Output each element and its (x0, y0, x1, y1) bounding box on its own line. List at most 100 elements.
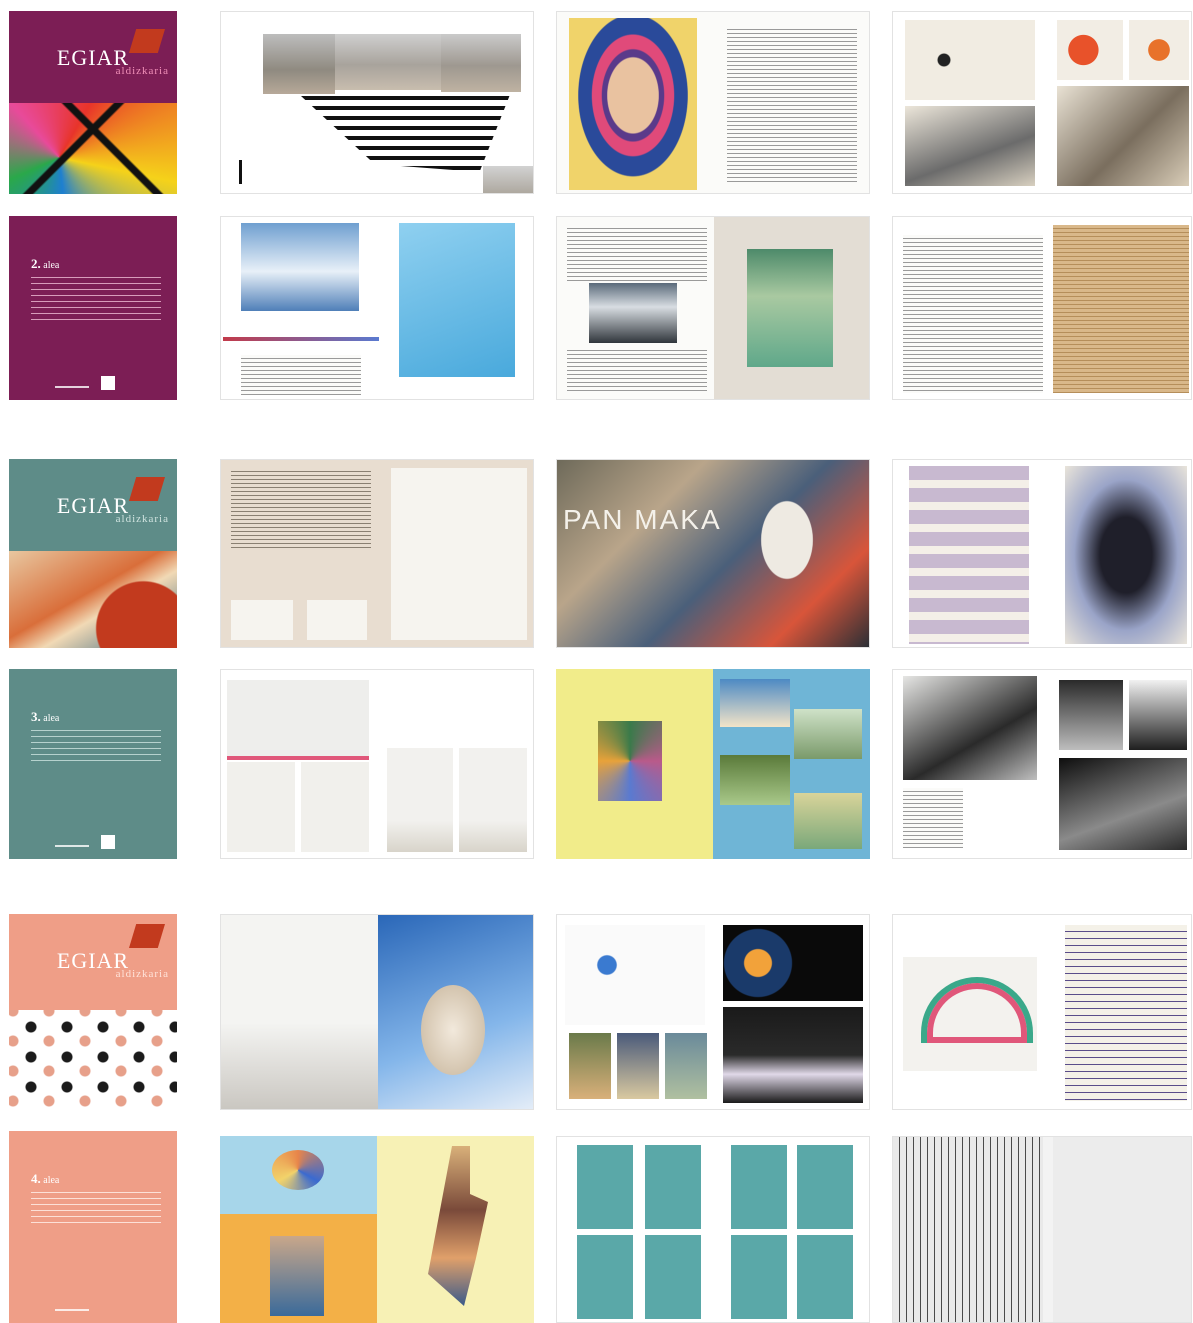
spread-portrait-poem[interactable] (556, 11, 870, 194)
face-collage (428, 1146, 488, 1306)
cutout-panel (577, 1145, 633, 1229)
article-text (903, 235, 1043, 393)
sculpture-photo (301, 762, 369, 852)
bar-mark (239, 160, 242, 184)
issue-word: alea (43, 1175, 60, 1186)
spread-newspaper[interactable] (892, 216, 1192, 400)
issue-number: 3. (31, 709, 41, 724)
publisher-logo (55, 1295, 89, 1311)
film-strip (723, 925, 863, 1001)
cover-artwork (9, 103, 177, 194)
cutout-panel (731, 1235, 787, 1319)
cover-pattern (9, 1010, 177, 1110)
spread-pan-maka[interactable]: PAN MAKA (556, 459, 870, 648)
painted-portrait (569, 18, 697, 190)
cutout-panel (797, 1235, 853, 1319)
spread-sculptures[interactable] (220, 669, 534, 859)
issue-2-cover[interactable]: EGIAR aldizkaria (9, 11, 177, 194)
contributors-list (31, 272, 161, 320)
poem-text (727, 26, 857, 182)
issue-word: alea (43, 260, 60, 271)
cutout-panel (645, 1235, 701, 1319)
spread-mountain-figure[interactable] (220, 216, 534, 400)
issue-4-cover[interactable]: EGIAR aldizkaria (9, 914, 177, 1110)
ink-drawing (1057, 86, 1189, 186)
bw-photo (1129, 680, 1187, 750)
ink-drawing (1129, 20, 1189, 80)
spread-colored-drawings[interactable] (556, 914, 870, 1110)
caption-text (241, 355, 361, 395)
beach-photo (335, 34, 441, 90)
collage (598, 721, 662, 801)
bw-photo (903, 676, 1037, 780)
small-painting (569, 1033, 611, 1099)
issue-3-cover[interactable]: EGIAR aldizkaria (9, 459, 177, 648)
cutout-panel (577, 1235, 633, 1319)
disc-photo (1053, 1137, 1191, 1322)
spread-metal-shell[interactable] (220, 914, 534, 1110)
metal-sculpture (221, 915, 378, 1109)
article-text (567, 347, 707, 393)
cutout-panel (797, 1145, 853, 1229)
spread-bw-photos[interactable] (892, 669, 1192, 859)
article-text (567, 225, 707, 281)
painted-text: PAN MAKA (563, 504, 722, 535)
publisher-logo (55, 831, 89, 847)
partner-logo (101, 835, 115, 849)
spread-sticks-installation[interactable] (892, 1136, 1192, 1323)
room-photo (589, 283, 677, 343)
cover-flag (129, 924, 165, 948)
beach-photo (263, 34, 335, 94)
figure-photo (399, 223, 515, 377)
issue-number: 2. (31, 256, 41, 271)
sculpture-photo (387, 748, 453, 852)
handwritten-card (231, 600, 293, 640)
crayon-drawing (565, 925, 705, 1025)
cover-subtitle: aldizkaria (115, 513, 169, 525)
issue-4-back-cover[interactable]: 4. alea (9, 1131, 177, 1323)
issue-2-back-cover[interactable]: 2. alea (9, 216, 177, 400)
stripe-painting (909, 466, 1029, 644)
newspaper-clipping (1053, 225, 1189, 393)
installation-photo (723, 1007, 863, 1103)
ink-drawing (1057, 20, 1123, 80)
spread-abstract-paintings[interactable] (892, 459, 1192, 648)
handwritten-card (307, 600, 367, 640)
face-collage (272, 1150, 324, 1190)
spread-beach-redactions[interactable] (220, 11, 534, 194)
publisher-logo (55, 372, 89, 388)
issue-word: alea (43, 713, 60, 724)
cover-subtitle: aldizkaria (115, 968, 169, 980)
spread-text-landscape[interactable] (556, 216, 870, 400)
cutout-panel (731, 1145, 787, 1229)
mountain-photo (241, 223, 359, 311)
spread-yellow-blue[interactable] (556, 669, 870, 859)
issue-3-back-cover[interactable]: 3. alea (9, 669, 177, 859)
spread-rainbow-letter[interactable] (892, 914, 1192, 1110)
nature-photo (747, 249, 833, 367)
spread-drawings[interactable] (892, 11, 1192, 194)
spread-handwritten-notes[interactable] (220, 459, 534, 648)
article-text (231, 468, 371, 548)
sculpture-photo (459, 748, 527, 852)
ink-drawing (905, 106, 1035, 186)
small-painting (665, 1033, 707, 1099)
wash-painting (1065, 466, 1187, 644)
shell (421, 985, 485, 1075)
cover-subtitle: aldizkaria (115, 65, 169, 77)
bw-photo (1059, 680, 1123, 750)
handwritten-letter (1065, 925, 1187, 1101)
bird-painting (727, 480, 847, 630)
spread-collage-faces[interactable] (220, 1136, 534, 1323)
sculpture-photo (227, 762, 295, 852)
cloud-photo (720, 679, 790, 727)
cutout-panel (645, 1145, 701, 1229)
plant-photo (794, 709, 862, 759)
caption-text (903, 788, 963, 848)
river-photo (794, 793, 862, 849)
sculpture-photo (227, 680, 369, 760)
spread-cutout-forms[interactable] (556, 1136, 870, 1323)
small-painting (617, 1033, 659, 1099)
beach-photo (483, 166, 533, 193)
handwritten-sheet (391, 468, 527, 640)
